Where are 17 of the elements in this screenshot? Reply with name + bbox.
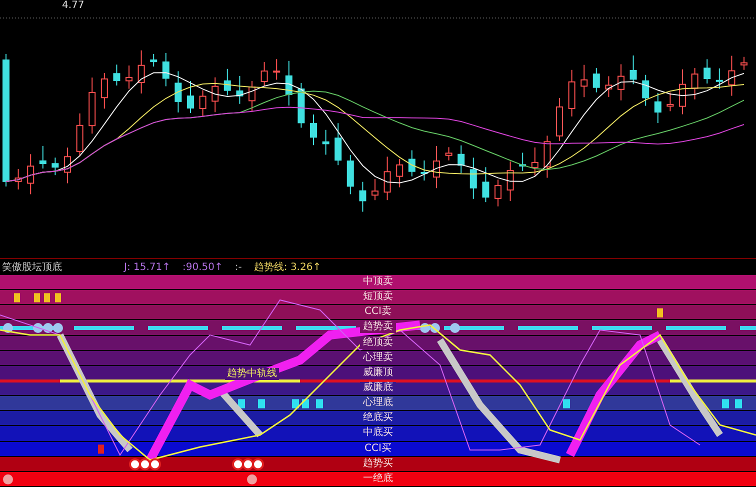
- band-label: 短顶卖: [360, 291, 396, 304]
- band-label: 趋势卖: [360, 321, 396, 334]
- band-label: 心理卖: [360, 352, 396, 364]
- indicator-reading: 趋势线: 3.26↑: [254, 260, 322, 274]
- band-label: 心理底: [360, 397, 396, 410]
- price-label: 4.77: [62, 0, 84, 11]
- band-label: 一绝底: [360, 472, 396, 485]
- indicator-reading: J: 15.71↑: [124, 262, 171, 272]
- indicator-reading: :90.50↑: [182, 262, 223, 272]
- band-label: 威廉顶: [360, 366, 396, 379]
- band-label: 趋势买: [360, 458, 396, 470]
- line-label: 趋势中轨线: [225, 368, 279, 380]
- band-label: 威廉底: [360, 382, 396, 394]
- indicator-title: 笑傲股坛顶底: [2, 260, 62, 274]
- band-label: 绝底买: [360, 412, 396, 424]
- indicator-reading: :-: [234, 262, 242, 272]
- band-label: 绝顶卖: [360, 336, 396, 349]
